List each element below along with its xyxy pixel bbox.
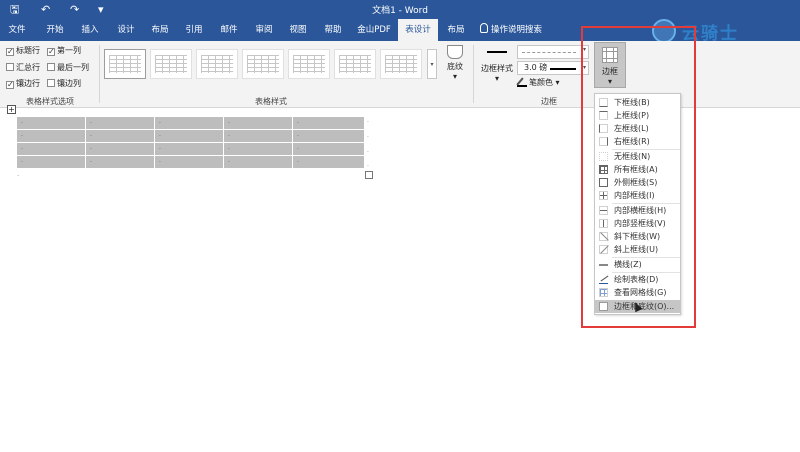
pen-color-label: 笔颜色 [529, 78, 553, 87]
table-styles-more-button[interactable]: ▾ [427, 49, 437, 79]
option-first-column[interactable]: ✓ 第一列 [47, 45, 81, 57]
tab-mailings[interactable]: 邮件 [212, 19, 246, 41]
option-label: 镶边列 [57, 79, 81, 88]
row-end-mark: · [367, 163, 369, 170]
table-cell[interactable]: · [154, 129, 224, 143]
table-cell[interactable]: · [16, 129, 86, 143]
option-last-column[interactable]: 最后一列 [47, 62, 89, 74]
table-cell[interactable]: · [292, 129, 365, 143]
border-styles-button[interactable]: 边框样式 ▾ [479, 45, 515, 83]
paragraph-mark: · [17, 172, 20, 180]
tab-design[interactable]: 设计 [110, 19, 142, 41]
shading-button[interactable]: 底纹 ▾ [441, 45, 469, 81]
chevron-down-icon: ▾ [555, 78, 560, 87]
table-cell[interactable]: · [16, 155, 86, 169]
tab-table-layout[interactable]: 布局 [440, 19, 472, 41]
tab-help[interactable]: 帮助 [316, 19, 350, 41]
option-banded-columns[interactable]: 镶边列 [47, 78, 81, 90]
table-row: · · · · · [16, 142, 365, 156]
group-label-table-styles: 表格样式 [255, 97, 287, 106]
chevron-down-icon: ▾ [452, 72, 457, 81]
paint-bucket-icon [447, 45, 463, 59]
group-separator [473, 45, 474, 103]
table-row: · · · · · [16, 116, 365, 130]
option-total-row[interactable]: 汇总行 [6, 62, 40, 74]
table-resize-handle[interactable] [365, 171, 373, 179]
table-style-swatch[interactable] [150, 49, 192, 79]
checkbox-banded-columns[interactable] [47, 79, 55, 87]
option-label: 第一列 [57, 46, 81, 55]
word-table[interactable]: · · · · · · · · · · · · · · · · · · · · [16, 116, 365, 169]
border-styles-label: 边框样式 [481, 64, 513, 73]
option-label: 镶边行 [16, 79, 40, 88]
tab-view[interactable]: 视图 [282, 19, 314, 41]
table-cell[interactable]: · [223, 129, 293, 143]
option-label: 最后一列 [57, 63, 89, 72]
line-weight-value: 3.0 磅 [524, 63, 548, 72]
tab-home[interactable]: 开始 [38, 19, 72, 41]
option-label: 汇总行 [16, 63, 40, 72]
window-title: 文档1 - Word [372, 6, 428, 16]
checkbox-total-row[interactable] [6, 63, 14, 71]
chevron-down-icon: ▾ [494, 74, 499, 83]
group-separator [99, 45, 100, 103]
tab-review[interactable]: 审阅 [248, 19, 280, 41]
table-cell[interactable]: · [154, 116, 224, 130]
tab-references[interactable]: 引用 [178, 19, 210, 41]
shading-label: 底纹 [447, 62, 463, 71]
line-weight-dropdown[interactable]: 3.0 磅 ▾ [517, 61, 589, 75]
group-label-table-style-options: 表格样式选项 [26, 97, 74, 106]
table-cell[interactable]: · [292, 142, 365, 156]
table-cell[interactable]: · [223, 116, 293, 130]
table-style-swatch[interactable] [380, 49, 422, 79]
option-header-row[interactable]: ✓ 标题行 [6, 45, 40, 57]
row-end-mark: · [367, 134, 369, 141]
option-banded-rows[interactable]: ✓ 镶边行 [6, 78, 40, 90]
table-cell[interactable]: · [223, 155, 293, 169]
table-cell[interactable]: · [85, 129, 155, 143]
line-style-dropdown[interactable]: ▾ [517, 45, 589, 59]
checkbox-first-column[interactable]: ✓ [47, 48, 55, 56]
table-cell[interactable]: · [85, 155, 155, 169]
border-style-line-icon [487, 51, 507, 53]
table-style-swatch[interactable] [242, 49, 284, 79]
table-cell[interactable]: · [154, 155, 224, 169]
option-label: 标题行 [16, 46, 40, 55]
tab-insert[interactable]: 插入 [74, 19, 106, 41]
table-style-swatch[interactable] [288, 49, 330, 79]
table-cell[interactable]: · [154, 142, 224, 156]
checkbox-banded-rows[interactable]: ✓ [6, 81, 14, 89]
tell-me-search[interactable]: 操作说明搜索 [480, 19, 542, 41]
table-cell[interactable]: · [85, 116, 155, 130]
tab-kingsoft-pdf[interactable]: 金山PDF [352, 19, 396, 41]
highlight-frame [581, 26, 696, 328]
table-style-swatch[interactable] [334, 49, 376, 79]
lightbulb-icon [480, 23, 488, 33]
table-style-swatch[interactable] [196, 49, 238, 79]
row-end-mark: · [367, 149, 369, 156]
row-end-mark: · [367, 119, 369, 126]
tab-table-design[interactable]: 表设计 [398, 19, 438, 41]
pen-icon [517, 77, 527, 87]
checkbox-header-row[interactable]: ✓ [6, 48, 14, 56]
tab-file[interactable]: 文件 [2, 19, 32, 41]
table-cell[interactable]: · [85, 142, 155, 156]
table-cell[interactable]: · [16, 116, 86, 130]
table-move-handle[interactable]: + [7, 105, 16, 114]
table-cell[interactable]: · [16, 142, 86, 156]
pen-color-button[interactable]: 笔颜色 ▾ [517, 77, 560, 89]
table-cell[interactable]: · [223, 142, 293, 156]
table-row: · · · · · [16, 155, 365, 169]
table-style-swatch[interactable] [104, 49, 146, 79]
tell-me-label: 操作说明搜索 [491, 25, 543, 35]
table-row: · · · · · [16, 129, 365, 143]
tab-layout[interactable]: 布局 [144, 19, 176, 41]
table-cell[interactable]: · [292, 155, 365, 169]
checkbox-last-column[interactable] [47, 63, 55, 71]
table-cell[interactable]: · [292, 116, 365, 130]
